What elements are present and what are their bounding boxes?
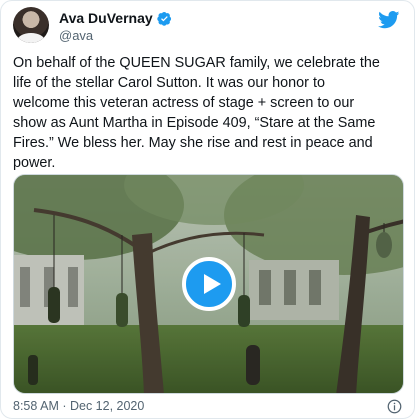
tweet-text: On behalf of the QUEEN SUGAR family, we … — [13, 55, 380, 171]
author-avatar[interactable] — [13, 7, 49, 43]
author-name-row: Ava DuVernay — [59, 10, 172, 26]
author-handle[interactable]: @ava — [59, 28, 93, 43]
video-thumbnail[interactable] — [13, 174, 404, 394]
twitter-bird-icon[interactable] — [378, 11, 400, 29]
tweet-header: Ava DuVernay @ava — [13, 7, 402, 47]
author-name[interactable]: Ava DuVernay — [59, 10, 153, 26]
verified-badge-icon — [156, 11, 171, 26]
info-icon[interactable] — [387, 399, 402, 414]
tweet-timestamp[interactable]: 8:58 AM · Dec 12, 2020 — [13, 399, 144, 413]
play-icon — [203, 274, 221, 294]
play-button[interactable] — [182, 257, 236, 311]
tweet-card: Ava DuVernay @ava On behalf of the QUEEN… — [0, 0, 415, 419]
